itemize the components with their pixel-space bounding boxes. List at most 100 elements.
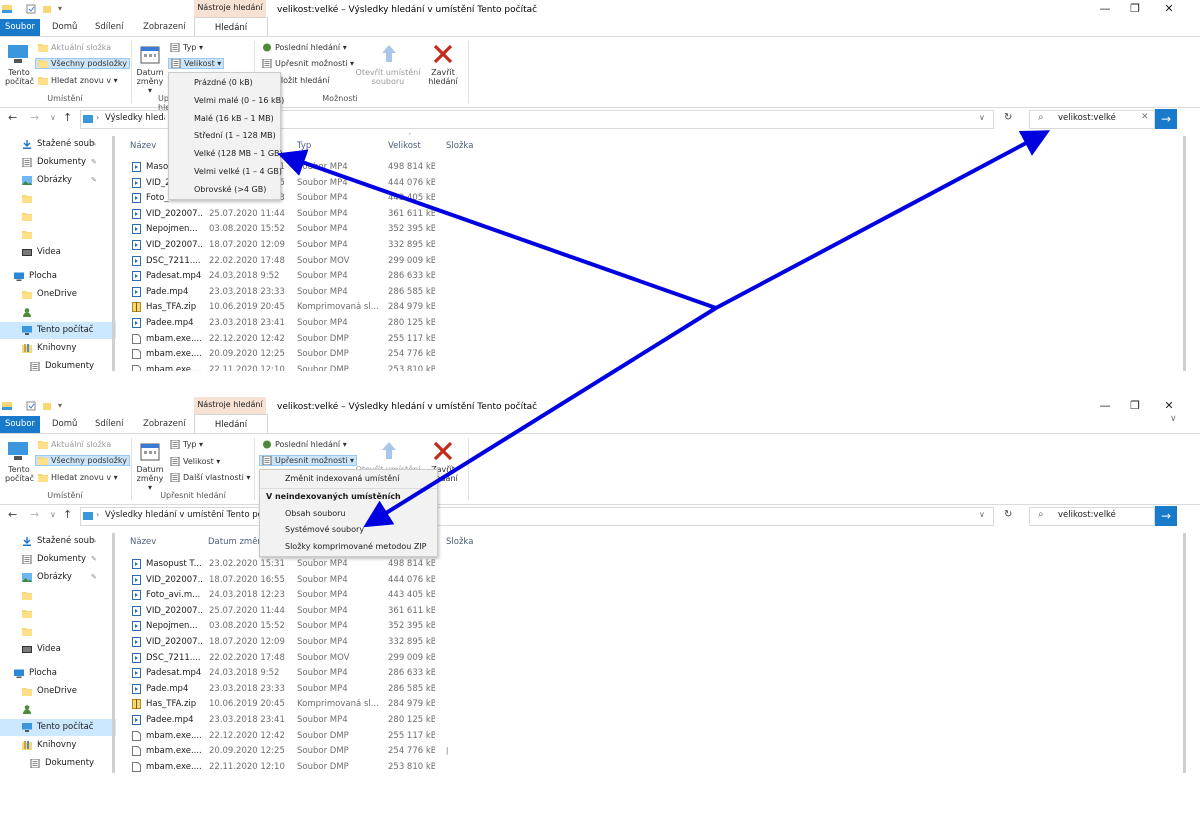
table-row[interactable]: mbam.exe.... 22.11.2020 12:10 Soubor DMP 25… [130, 363, 460, 371]
all-subfolders-button[interactable]: Všechny podsložky [35, 58, 130, 69]
close-search-button[interactable]: Zavřít hledání [426, 68, 460, 86]
nav-item[interactable] [0, 623, 116, 640]
tab-share[interactable]: Sdílení [95, 419, 124, 429]
column-header-name[interactable]: Název [130, 537, 156, 547]
all-subfolders-button[interactable]: Všechny podsložky [35, 455, 130, 466]
nav-item[interactable]: Stažené soub ✎ [0, 533, 116, 550]
pin-icon[interactable]: ✎ [91, 176, 97, 184]
search-again-button[interactable]: Hledat znovu v ▾ [38, 473, 118, 482]
current-folder-button[interactable]: Aktuální složka [38, 43, 111, 52]
tab-search[interactable]: Hledání [194, 17, 268, 38]
nav-item[interactable]: Dokumenty [0, 755, 116, 772]
nav-item[interactable]: Videa [0, 641, 116, 658]
size-menu-item[interactable]: Velmi velké (1 – 4 GB) [194, 167, 282, 176]
close-search-icon[interactable] [432, 43, 454, 65]
table-row[interactable]: mbam.exe.... 22.12.2020 12:42 Soubor DMP 25… [130, 332, 460, 348]
system-files-item[interactable]: Systémové soubory [285, 525, 364, 534]
nav-item[interactable]: Dokumenty ✎ [0, 551, 116, 568]
table-row[interactable]: VID_202007... 18.07.2020 12:09 Soubor MP4 3… [130, 238, 460, 254]
table-row[interactable]: VID_202007... 18.07.2020 12:09 Soubor MP4 3… [130, 635, 460, 651]
date-modified-button[interactable]: Datum změny ▾ [135, 68, 165, 95]
nav-item[interactable]: Knihovny [0, 737, 116, 754]
pin-icon[interactable]: ✎ [91, 555, 97, 563]
table-row[interactable]: VID_202007... 18.07.2020 16:55 Soubor MP4 4… [130, 573, 460, 589]
table-row[interactable]: Has_TFA.zip 10.06.2019 20:45 Komprimovaná … [130, 300, 460, 316]
pin-icon[interactable]: ✎ [91, 537, 97, 545]
size-filter-button[interactable]: Velikost ▾ [168, 58, 225, 69]
current-folder-button[interactable]: Aktuální složka [38, 440, 111, 449]
table-row[interactable]: VID_202007... 25.07.2020 11:44 Soubor MP4 3… [130, 207, 460, 223]
table-row[interactable]: mbam.exe.... 20.09.2020 12:25 Soubor DMP 25… [130, 347, 460, 363]
refresh-icon[interactable]: ↻ [1004, 509, 1012, 520]
size-filter-button[interactable]: Velikost ▾ [170, 457, 220, 466]
recent-searches-button[interactable]: Poslední hledání ▾ [262, 43, 347, 52]
nav-item[interactable]: Dokumenty ✎ [0, 154, 116, 171]
column-header-type[interactable]: Typ [297, 141, 311, 151]
maximize-button[interactable]: ❐ [1120, 2, 1150, 15]
nav-scrollbar[interactable] [112, 533, 115, 773]
table-row[interactable]: Has_TFA.zip 10.06.2019 20:45 Komprimovaná … [130, 697, 460, 713]
address-dropdown-icon[interactable]: ∨ [979, 113, 985, 122]
nav-item[interactable]: Tento počítač [0, 719, 116, 736]
size-menu-item[interactable]: Obrovské (>4 GB) [194, 185, 266, 194]
date-modified-button[interactable]: Datum změny ▾ [135, 465, 165, 492]
size-menu-item[interactable]: Velmi malé (0 – 16 kB) [194, 96, 284, 105]
open-location-icon[interactable] [378, 440, 400, 462]
pin-icon[interactable]: ✎ [91, 140, 97, 148]
nav-item[interactable] [0, 304, 116, 321]
table-row[interactable]: Padesat.mp4 24.03.2018 9:52 Soubor MP4 286 … [130, 269, 460, 285]
open-location-button[interactable]: Otevřít umístění souboru [355, 68, 421, 86]
size-menu-item[interactable]: Střední (1 – 128 MB) [194, 131, 276, 140]
maximize-button[interactable]: ❐ [1120, 399, 1150, 412]
advanced-options-button[interactable]: Upřesnit možnosti ▾ [262, 59, 354, 68]
refresh-icon[interactable]: ↻ [1004, 112, 1012, 123]
size-menu-item[interactable]: Malé (16 kB – 1 MB) [194, 114, 274, 123]
advanced-options-button[interactable]: Upřesnit možnosti ▾ [259, 455, 358, 466]
table-row[interactable]: Padee.mp4 23.03.2018 23:41 Soubor MP4 280 1… [130, 713, 460, 729]
table-row[interactable]: Nepojmen... 03.08.2020 15:52 Soubor MP4 352… [130, 222, 460, 238]
column-header-folder[interactable]: Složka [446, 537, 473, 547]
tab-view[interactable]: Zobrazení [143, 22, 186, 32]
recent-locations-icon[interactable]: ∨ [50, 113, 56, 122]
nav-item[interactable]: OneDrive [0, 286, 116, 303]
tab-search[interactable]: Hledání [194, 414, 268, 435]
new-folder-icon[interactable] [42, 401, 52, 411]
nav-item[interactable] [0, 587, 116, 604]
nav-scrollbar[interactable] [112, 136, 115, 371]
close-search-icon[interactable] [432, 440, 454, 462]
address-box[interactable]: › Výsledky hledání v umístění Tento počí… [80, 507, 994, 526]
nav-item[interactable]: Stažené soub ✎ [0, 136, 116, 153]
table-row[interactable]: mbam.exe.... 20.09.2020 12:25 Soubor DMP 25… [130, 744, 460, 760]
nav-item[interactable]: Plocha [0, 665, 116, 682]
table-row[interactable]: mbam.exe.... 22.11.2020 12:10 Soubor DMP 25… [130, 760, 460, 773]
nav-item[interactable]: Obrázky ✎ [0, 569, 116, 586]
nav-item[interactable]: OneDrive [0, 683, 116, 700]
file-list-scrollbar[interactable] [1183, 533, 1186, 773]
minimize-button[interactable]: — [1090, 399, 1120, 412]
type-filter-button[interactable]: Typ ▾ [170, 43, 203, 52]
column-header-folder[interactable]: Složka [446, 141, 473, 151]
minimize-button[interactable]: — [1090, 2, 1120, 15]
nav-item[interactable] [0, 605, 116, 622]
table-row[interactable]: mbam.exe.... 22.12.2020 12:42 Soubor DMP 25… [130, 729, 460, 745]
computer-icon[interactable] [7, 43, 29, 65]
nav-item[interactable] [0, 226, 116, 243]
nav-item[interactable]: Knihovny [0, 340, 116, 357]
address-dropdown-icon[interactable]: ∨ [979, 510, 985, 519]
table-row[interactable]: VID_202007... 25.07.2020 11:44 Soubor MP4 3… [130, 604, 460, 620]
size-menu-item[interactable]: Velké (128 MB – 1 GB) [194, 149, 283, 158]
search-again-button[interactable]: Hledat znovu v ▾ [38, 76, 118, 85]
nav-item[interactable]: Plocha [0, 268, 116, 285]
qat-dropdown-icon[interactable]: ▾ [58, 401, 62, 410]
column-header-date[interactable]: Datum změny [208, 537, 260, 547]
size-menu-item[interactable]: Prázdné (0 kB) [194, 78, 253, 87]
tab-home[interactable]: Domů [52, 22, 77, 32]
search-input[interactable]: ⌕ velikost:velké [1029, 507, 1155, 526]
tab-file[interactable]: Soubor [0, 19, 40, 36]
table-row[interactable]: Pade.mp4 23.03.2018 23:33 Soubor MP4 286 58… [130, 285, 460, 301]
close-button[interactable]: ✕ [1154, 399, 1184, 412]
recent-searches-button[interactable]: Poslední hledání ▾ [262, 440, 347, 449]
nav-item[interactable]: Videa [0, 244, 116, 261]
address-path[interactable]: Výsledky hledání v umístění Tento počíta… [105, 510, 265, 520]
file-contents-item[interactable]: Obsah souboru [285, 509, 346, 518]
